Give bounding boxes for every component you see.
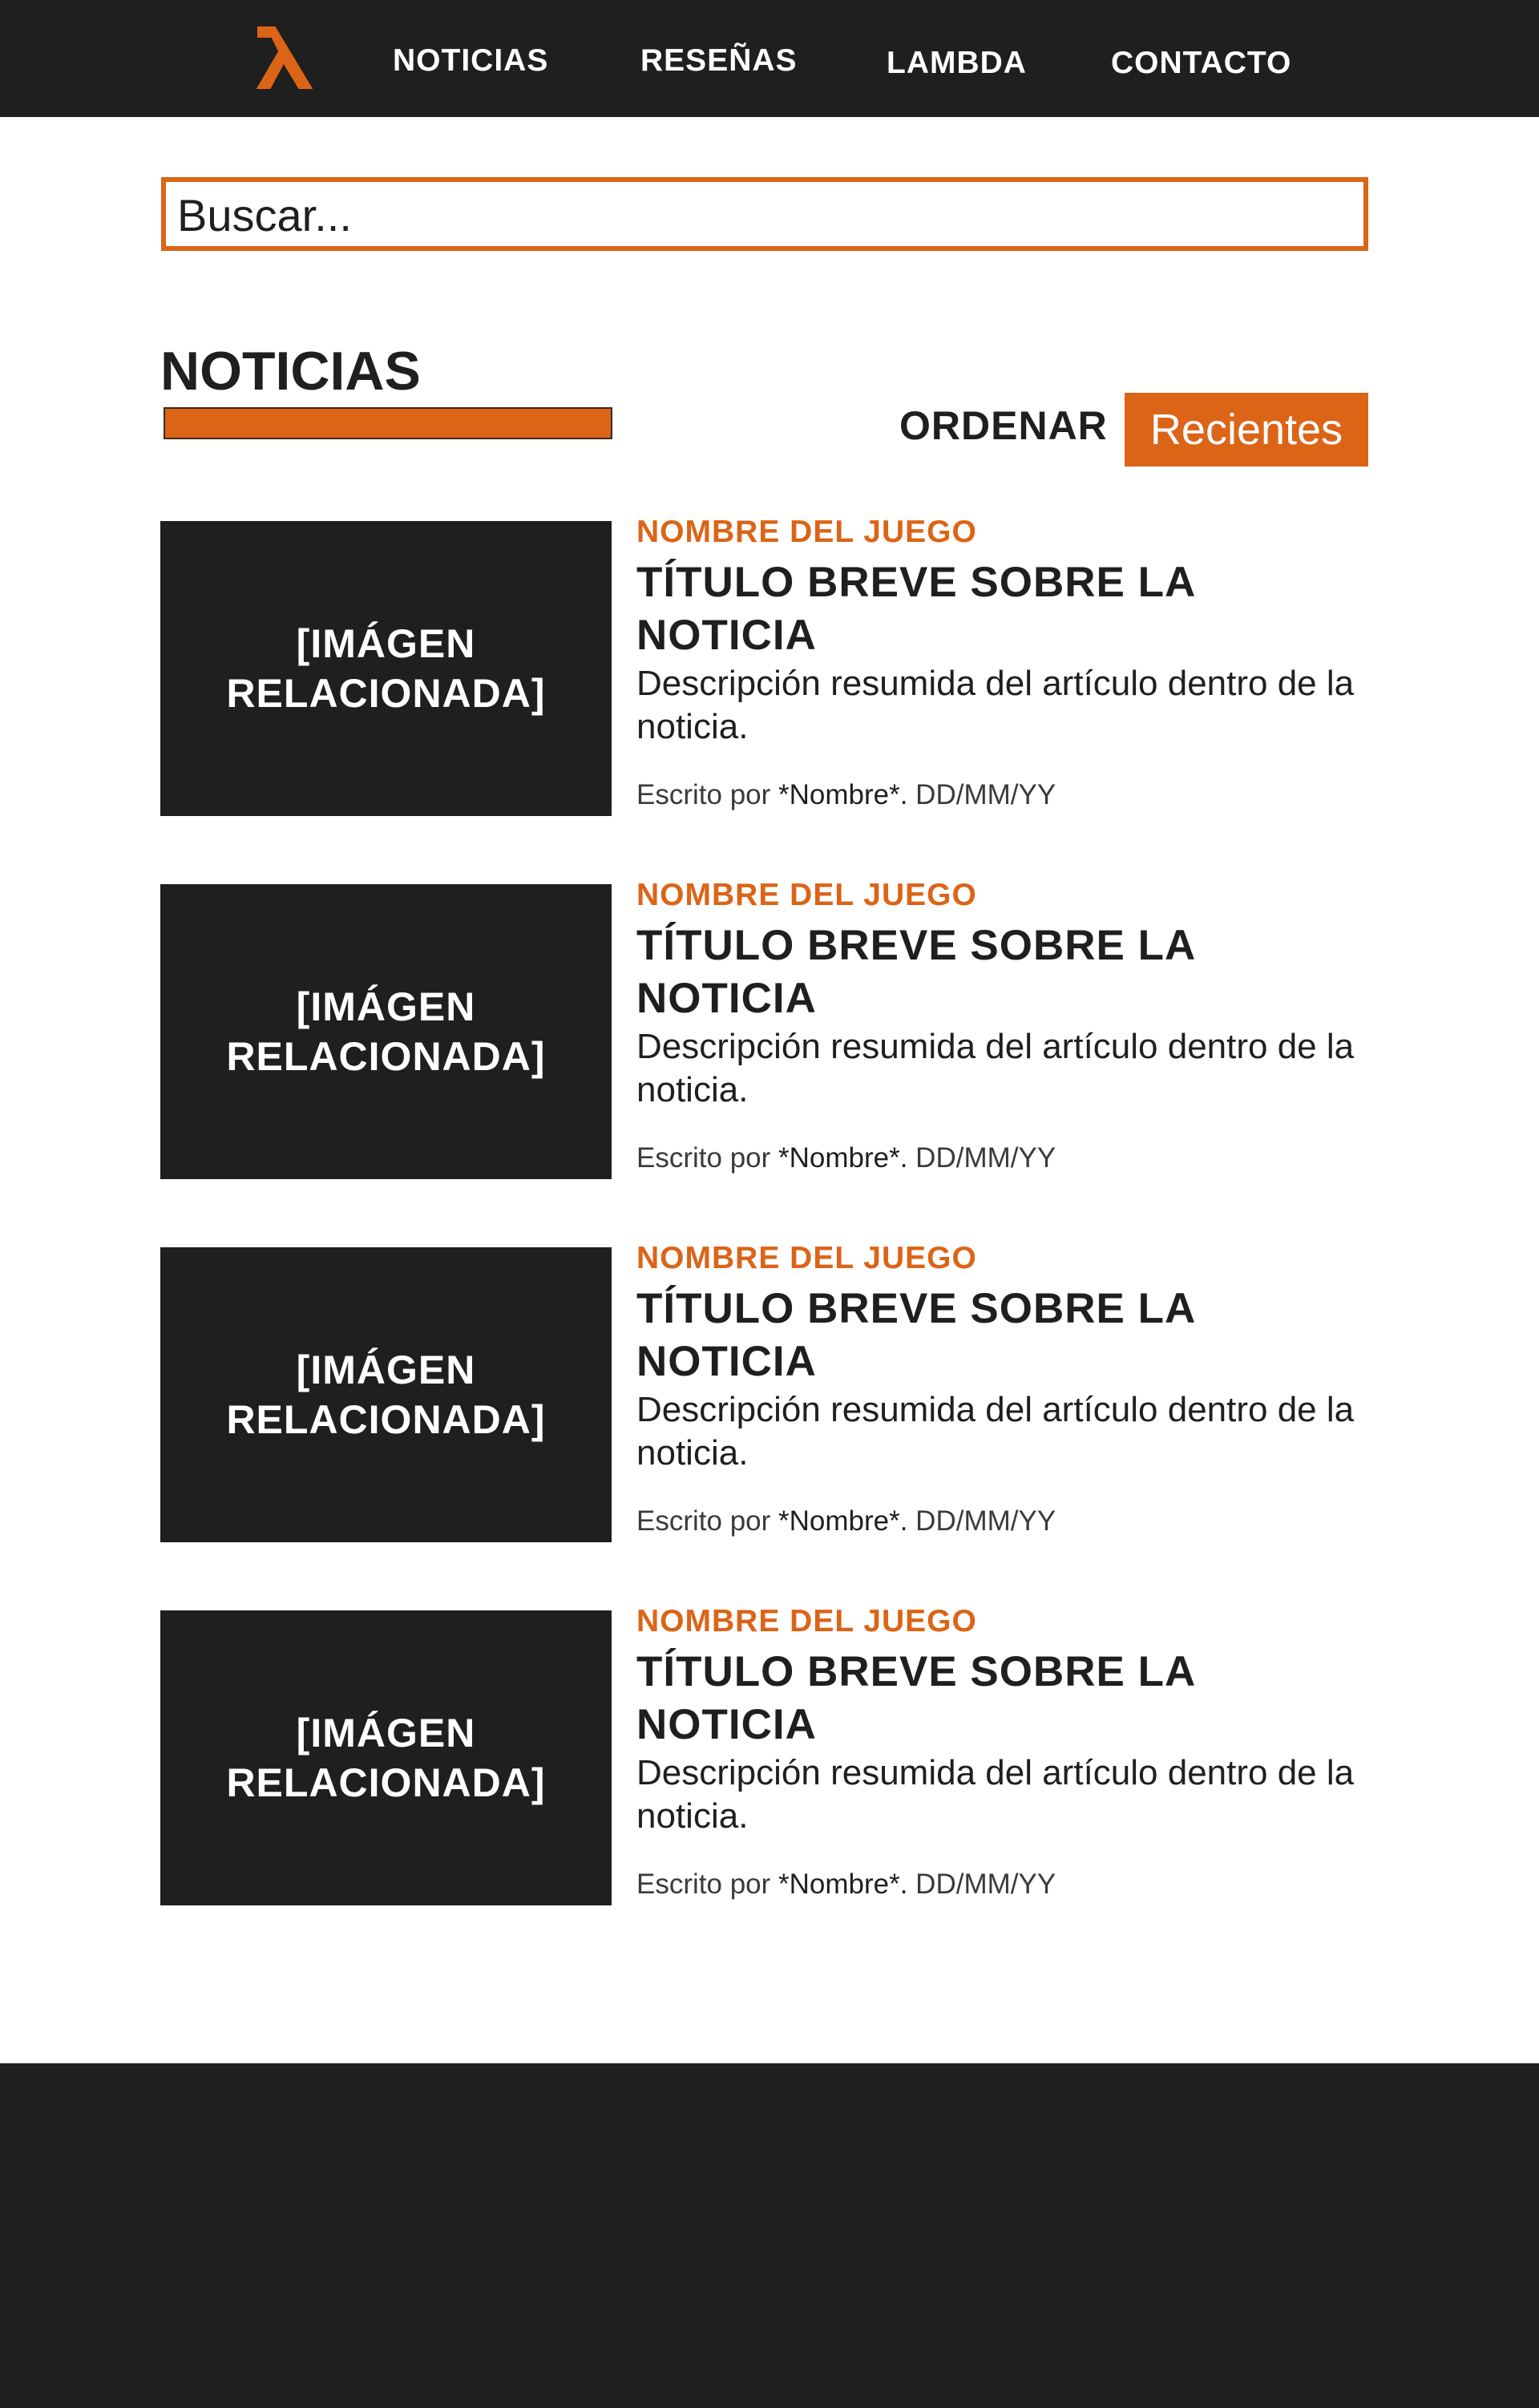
byline-prefix: Escrito por	[636, 1869, 778, 1900]
article-description: Descripción resumida del artículo dentro…	[636, 664, 1355, 746]
byline-author[interactable]: *Nombre*.	[778, 1505, 907, 1537]
byline-date: DD/MM/YY	[907, 1142, 1056, 1174]
article-image-placeholder[interactable]: [IMÁGEN RELACIONADA]	[160, 521, 612, 816]
article-game-name: NOMBRE DEL JUEGO	[636, 878, 977, 912]
article-title[interactable]: TÍTULO BREVE SOBRE LA NOTICIA	[636, 556, 1342, 662]
byline-author[interactable]: *Nombre*.	[778, 1869, 907, 1900]
article-title[interactable]: TÍTULO BREVE SOBRE LA NOTICIA	[636, 1646, 1342, 1751]
article-card[interactable]: [IMÁGEN RELACIONADA] NOMBRE DEL JUEGO TÍ…	[160, 1604, 1371, 1907]
nav-item-resenas[interactable]: RESEÑAS	[640, 43, 798, 79]
nav-item-noticias[interactable]: NOTICIAS	[393, 43, 548, 79]
byline-date: DD/MM/YY	[907, 779, 1056, 810]
byline-date: DD/MM/YY	[907, 1505, 1056, 1537]
article-description: Descripción resumida del artículo dentro…	[636, 1027, 1355, 1109]
article-image-placeholder[interactable]: [IMÁGEN RELACIONADA]	[160, 1247, 612, 1542]
article-game-name: NOMBRE DEL JUEGO	[636, 1604, 977, 1638]
sort-select-button[interactable]: Recientes	[1125, 393, 1368, 467]
article-byline: Escrito por *Nombre*. DD/MM/YY	[636, 1142, 1056, 1174]
section-title-underline	[164, 407, 612, 439]
article-image-label: [IMÁGEN RELACIONADA]	[226, 621, 546, 716]
search-box	[161, 177, 1368, 251]
lambda-logo-icon[interactable]	[252, 22, 321, 96]
byline-date: DD/MM/YY	[907, 1869, 1056, 1900]
article-title[interactable]: TÍTULO BREVE SOBRE LA NOTICIA	[636, 1283, 1342, 1388]
article-byline: Escrito por *Nombre*. DD/MM/YY	[636, 1505, 1056, 1537]
sort-label: ORDENAR	[899, 403, 1108, 448]
article-byline: Escrito por *Nombre*. DD/MM/YY	[636, 1869, 1056, 1901]
nav-item-lambda[interactable]: LAMBDA	[887, 46, 1027, 81]
article-image-label: [IMÁGEN RELACIONADA]	[226, 1347, 546, 1442]
top-nav-bar: NOTICIAS RESEÑAS LAMBDA CONTACTO	[0, 0, 1539, 117]
nav-item-contacto[interactable]: CONTACTO	[1111, 46, 1291, 81]
byline-author[interactable]: *Nombre*.	[778, 779, 907, 810]
article-byline: Escrito por *Nombre*. DD/MM/YY	[636, 779, 1056, 811]
article-game-name: NOMBRE DEL JUEGO	[636, 515, 977, 549]
byline-prefix: Escrito por	[636, 1142, 778, 1174]
article-image-label: [IMÁGEN RELACIONADA]	[226, 1711, 546, 1805]
section-title: NOTICIAS	[160, 341, 421, 402]
byline-prefix: Escrito por	[636, 1505, 778, 1537]
article-card[interactable]: [IMÁGEN RELACIONADA] NOMBRE DEL JUEGO TÍ…	[160, 878, 1371, 1181]
article-description: Descripción resumida del artículo dentro…	[636, 1753, 1355, 1836]
search-input[interactable]	[177, 188, 1347, 241]
article-image-placeholder[interactable]: [IMÁGEN RELACIONADA]	[160, 1610, 612, 1905]
article-image-label: [IMÁGEN RELACIONADA]	[226, 984, 546, 1079]
article-title[interactable]: TÍTULO BREVE SOBRE LA NOTICIA	[636, 919, 1342, 1025]
byline-prefix: Escrito por	[636, 779, 778, 810]
article-card[interactable]: [IMÁGEN RELACIONADA] NOMBRE DEL JUEGO TÍ…	[160, 515, 1371, 818]
article-game-name: NOMBRE DEL JUEGO	[636, 1241, 977, 1275]
article-description: Descripción resumida del artículo dentro…	[636, 1390, 1355, 1473]
article-card[interactable]: [IMÁGEN RELACIONADA] NOMBRE DEL JUEGO TÍ…	[160, 1241, 1371, 1544]
footer	[0, 2063, 1539, 2408]
byline-author[interactable]: *Nombre*.	[778, 1142, 907, 1174]
article-image-placeholder[interactable]: [IMÁGEN RELACIONADA]	[160, 884, 612, 1179]
